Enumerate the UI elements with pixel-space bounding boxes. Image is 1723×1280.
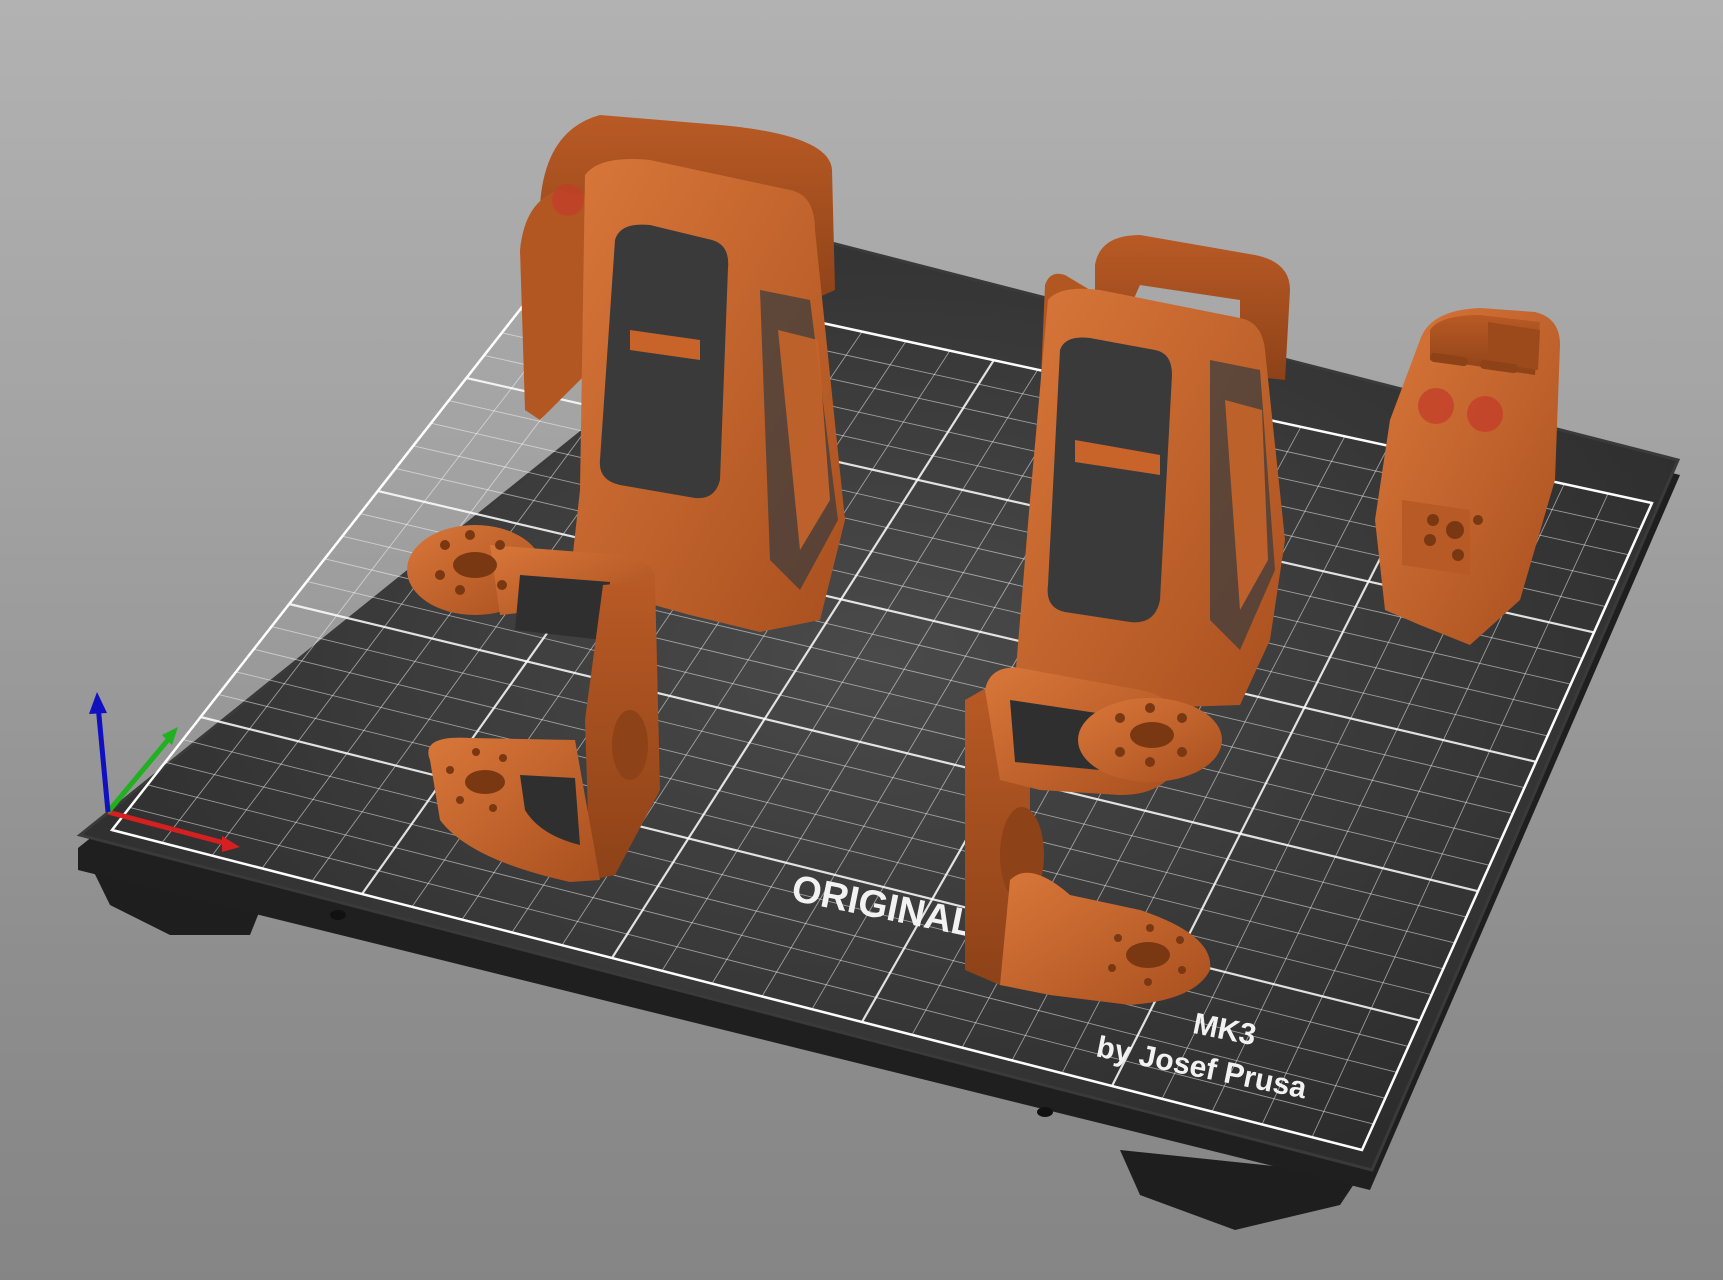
support-enforcer-mark — [1418, 388, 1454, 424]
object-frame-b[interactable] — [1015, 235, 1290, 708]
support-enforcer-mark — [552, 184, 584, 216]
bed-hole-right — [1037, 1107, 1053, 1117]
plater-scene[interactable]: ORIGINAL PRUSA MK3 by Josef Prusa — [0, 0, 1723, 1280]
3d-viewport[interactable]: ORIGINAL PRUSA MK3 by Josef Prusa — [0, 0, 1723, 1280]
z-axis-arrow-head — [89, 692, 107, 714]
bed-hole-left — [330, 910, 346, 920]
support-enforcer-mark — [1467, 396, 1503, 432]
z-axis-arrow — [95, 704, 111, 813]
